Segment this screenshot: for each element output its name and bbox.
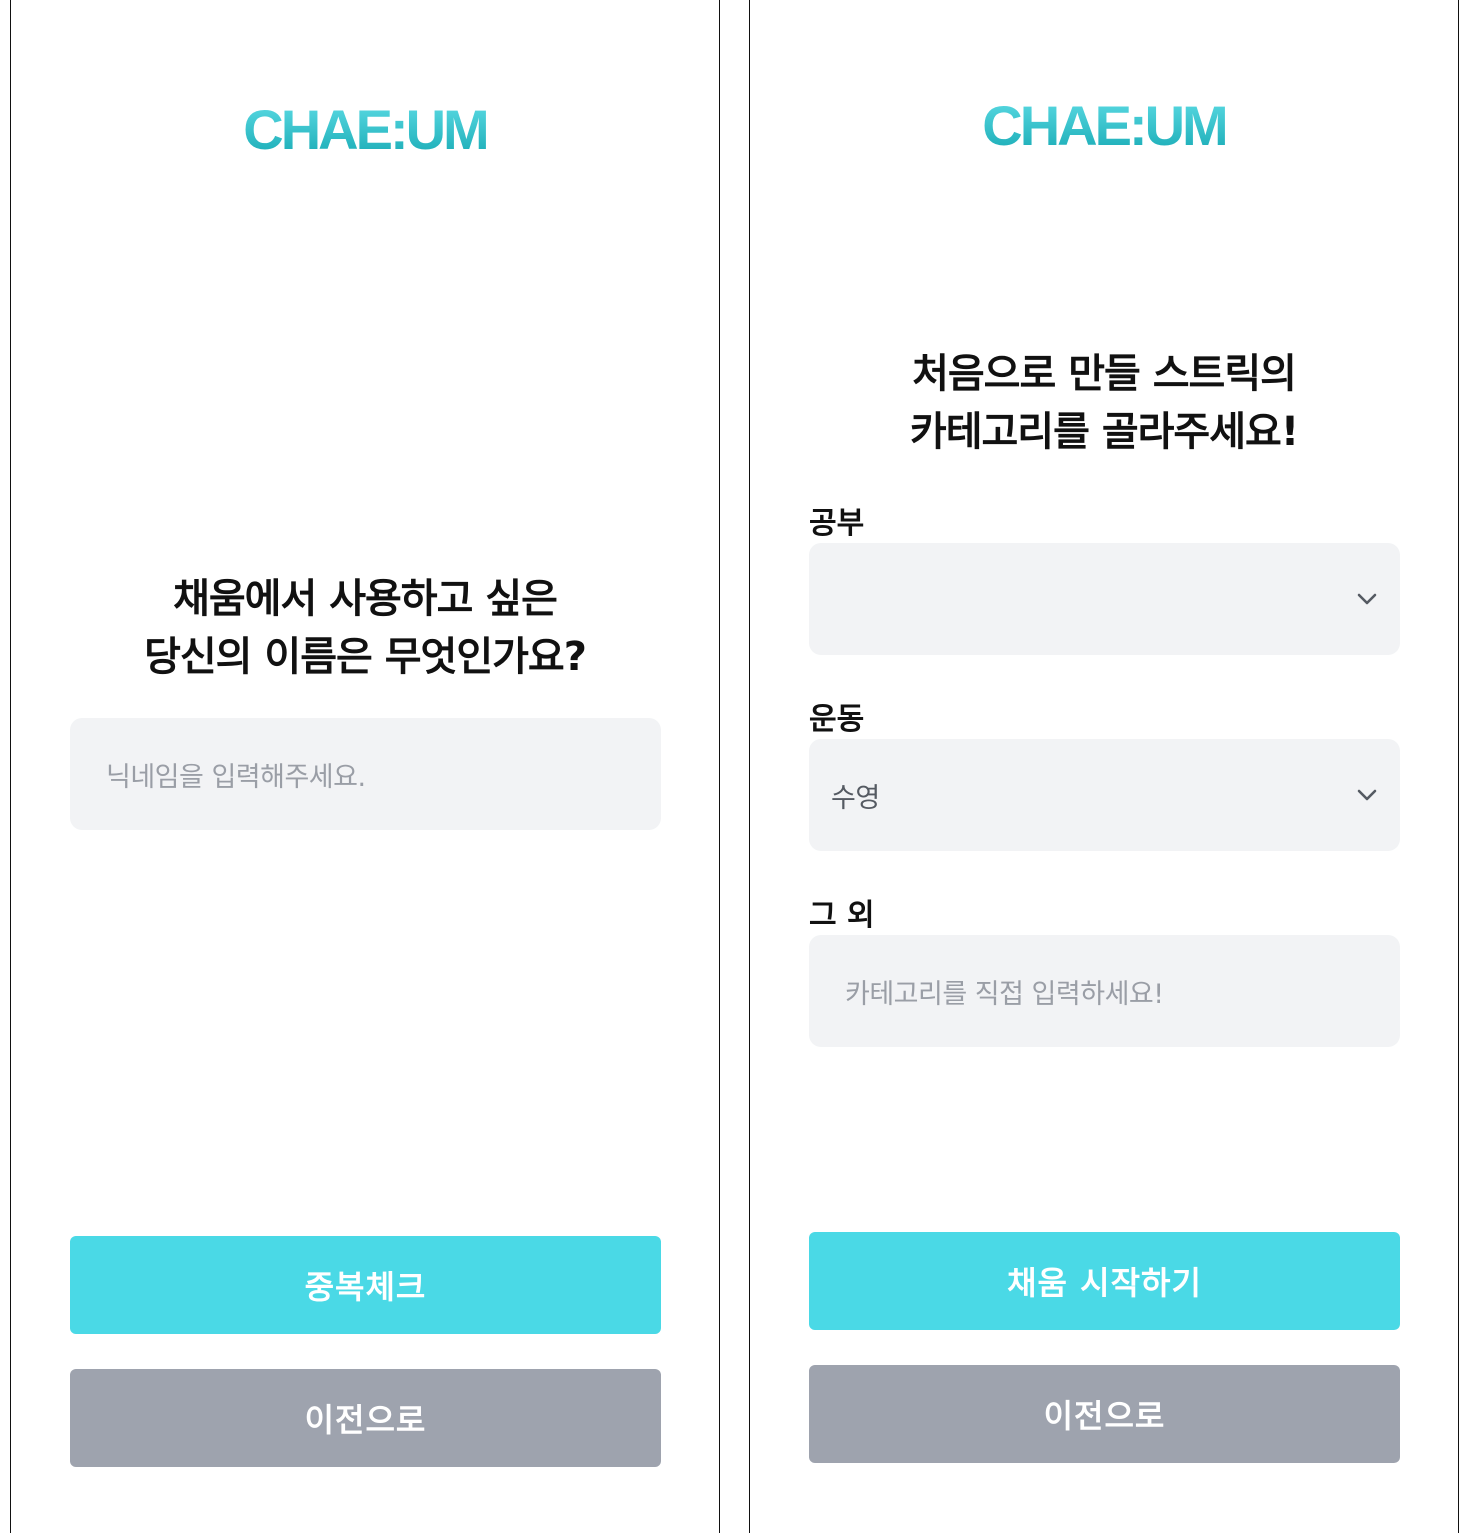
- back-button[interactable]: 이전으로: [70, 1369, 661, 1467]
- heading-line-2: 카테고리를 골라주세요!: [909, 409, 1299, 455]
- study-label: 공부: [809, 506, 865, 541]
- nickname-screen: CHAE:UM 채움에서 사용하고 싶은 당신의 이름은 무엇인가요? 닉네임을…: [10, 0, 720, 1533]
- duplicate-check-button[interactable]: 중복체크: [70, 1236, 661, 1334]
- other-category-field[interactable]: 카테고리를 직접 입력하세요!: [809, 935, 1400, 1047]
- chaeum-logo: CHAE:UM: [11, 98, 719, 162]
- study-select[interactable]: [809, 543, 1400, 655]
- chaeum-logo: CHAE:UM: [750, 94, 1458, 158]
- heading-line-1: 처음으로 만들 스트릭의: [912, 351, 1297, 397]
- heading-line-2: 당신의 이름은 무엇인가요?: [144, 634, 587, 680]
- exercise-select[interactable]: 수영: [809, 739, 1400, 851]
- other-label: 그 외: [809, 898, 875, 933]
- chaeum-logo-image: CHAE:UM: [243, 98, 489, 161]
- page-heading: 처음으로 만들 스트릭의 카테고리를 골라주세요!: [750, 345, 1458, 461]
- logo-wordmark: CHAE:UM: [982, 94, 1225, 157]
- category-screen: CHAE:UM 처음으로 만들 스트릭의 카테고리를 골라주세요! 공부 운동 …: [749, 0, 1459, 1533]
- exercise-label: 운동: [809, 702, 865, 737]
- other-category-input[interactable]: 카테고리를 직접 입력하세요!: [845, 972, 1164, 1011]
- chevron-down-icon: [1357, 789, 1377, 801]
- page-heading: 채움에서 사용하고 싶은 당신의 이름은 무엇인가요?: [11, 570, 719, 686]
- back-button[interactable]: 이전으로: [809, 1365, 1400, 1463]
- exercise-select-value: 수영: [831, 782, 880, 814]
- logo-wordmark: CHAE:UM: [243, 98, 486, 161]
- start-button[interactable]: 채움 시작하기: [809, 1232, 1400, 1330]
- chevron-down-icon: [1357, 593, 1377, 605]
- nickname-input[interactable]: 닉네임을 입력해주세요.: [106, 755, 366, 794]
- chaeum-logo-image: CHAE:UM: [982, 94, 1228, 157]
- heading-line-1: 채움에서 사용하고 싶은: [173, 576, 558, 622]
- nickname-field[interactable]: 닉네임을 입력해주세요.: [70, 718, 661, 830]
